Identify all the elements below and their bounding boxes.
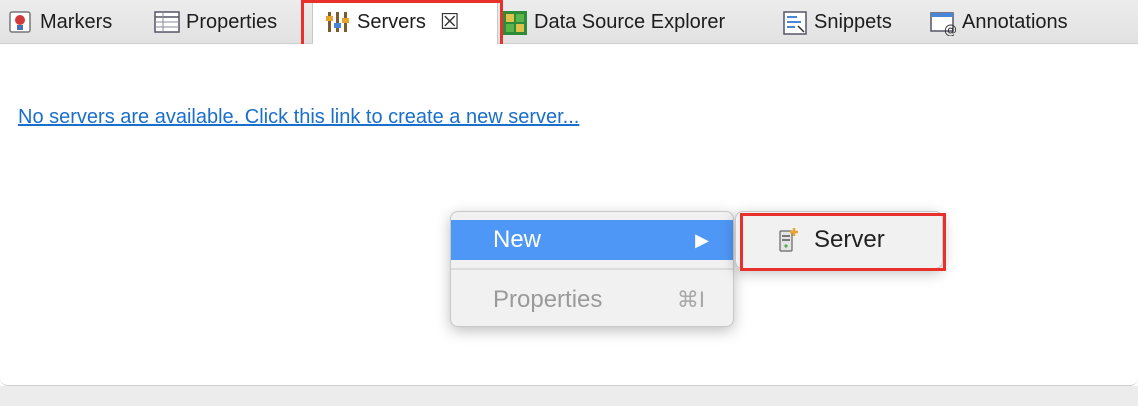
close-tab-icon[interactable]: ☒ bbox=[440, 11, 460, 33]
tab-properties[interactable]: Properties bbox=[154, 0, 277, 44]
svg-text:@: @ bbox=[944, 23, 957, 36]
submenu-arrow-icon: ▶ bbox=[695, 229, 709, 250]
new-submenu: Server bbox=[735, 211, 943, 269]
properties-icon bbox=[154, 10, 180, 34]
tab-label-data-source-explorer: Data Source Explorer bbox=[534, 10, 726, 33]
data-source-explorer-icon bbox=[502, 10, 527, 35]
tab-servers[interactable]: Servers ☒ bbox=[312, 0, 498, 44]
tab-label-markers: Markers bbox=[40, 10, 113, 33]
tab-label-snippets: Snippets bbox=[814, 10, 892, 33]
menu-separator bbox=[451, 268, 733, 270]
annotations-icon: @ bbox=[930, 10, 957, 38]
context-menu: New ▶ Properties ⌘I bbox=[450, 211, 734, 327]
tab-label-properties: Properties bbox=[186, 10, 278, 33]
create-new-server-link[interactable]: No servers are available. Click this lin… bbox=[18, 106, 579, 129]
properties-shortcut: ⌘I bbox=[676, 287, 705, 312]
submenu-item-server-label: Server bbox=[814, 226, 885, 253]
tab-data-source-explorer[interactable]: Data Source Explorer bbox=[502, 0, 725, 44]
menu-item-new-label: New bbox=[493, 226, 542, 253]
menu-item-properties-label: Properties bbox=[493, 286, 603, 313]
tab-snippets[interactable]: Snippets bbox=[782, 0, 892, 44]
tab-markers[interactable]: Markers bbox=[8, 0, 112, 44]
bottom-bar bbox=[0, 386, 1138, 406]
snippets-icon bbox=[782, 10, 807, 35]
tab-label-annotations: Annotations bbox=[962, 10, 1068, 33]
view-tab-bar: Markers Properties Servers ☒ Data Source… bbox=[0, 0, 1138, 48]
markers-icon bbox=[8, 10, 32, 34]
tab-annotations[interactable]: @ Annotations bbox=[930, 0, 1068, 44]
servers-icon bbox=[325, 10, 349, 34]
new-server-icon bbox=[778, 227, 800, 253]
menu-item-properties[interactable]: Properties ⌘I bbox=[451, 280, 733, 320]
tab-label-servers: Servers bbox=[357, 10, 426, 33]
submenu-item-server[interactable]: Server bbox=[778, 222, 885, 258]
menu-item-new[interactable]: New ▶ bbox=[451, 220, 733, 260]
